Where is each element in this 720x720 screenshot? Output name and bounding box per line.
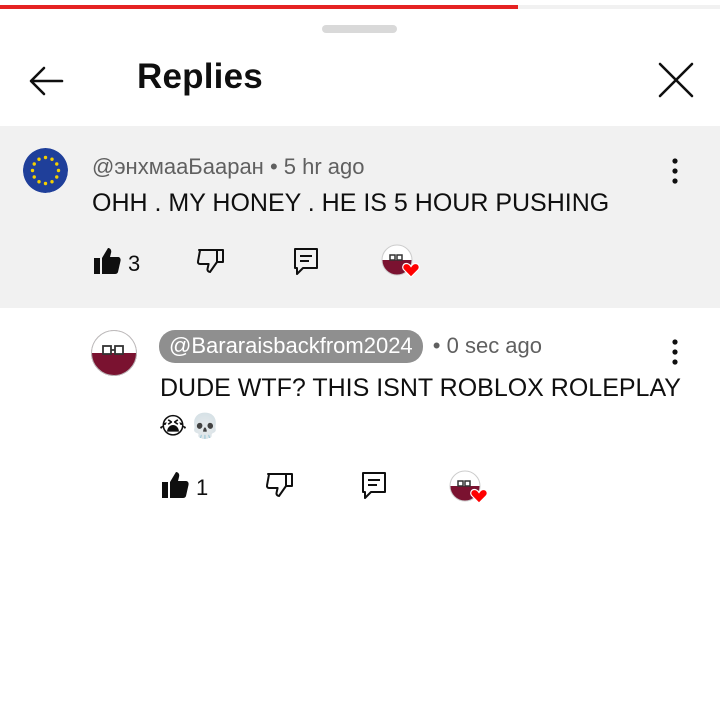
avatar[interactable]	[23, 148, 68, 193]
like-button[interactable]	[160, 470, 190, 505]
creator-heart	[381, 244, 421, 285]
close-button[interactable]	[654, 58, 698, 102]
back-button[interactable]	[26, 60, 68, 102]
progress-track	[518, 5, 720, 9]
eu-star	[37, 180, 41, 184]
eu-star	[30, 168, 35, 173]
eu-star	[55, 162, 59, 166]
drag-handle[interactable]	[322, 25, 397, 33]
replies-header: Replies	[0, 40, 720, 124]
more-options-button[interactable]	[665, 156, 685, 186]
comment-text: OHH . MY HONEY . HE IS 5 HOUR PUSHING	[92, 189, 610, 217]
dislike-button[interactable]	[264, 470, 294, 505]
comment-author[interactable]: @энхмааБааран	[92, 154, 264, 179]
eu-star	[56, 168, 61, 173]
comment-author-highlighted[interactable]: @Bararaisbackfrom2024	[159, 330, 423, 363]
page-title: Replies	[137, 57, 263, 96]
reply-button[interactable]	[291, 246, 321, 281]
comment-meta: @Bararaisbackfrom2024 • 0 sec ago	[159, 330, 542, 363]
like-button[interactable]	[92, 246, 122, 281]
comment-time: • 0 sec ago	[432, 333, 543, 358]
eu-star	[43, 155, 48, 160]
crying-emoji: 😭	[159, 413, 188, 440]
eu-star	[32, 162, 36, 166]
eu-star	[32, 175, 36, 179]
more-vert-icon	[672, 339, 678, 365]
parent-comment: @энхмааБааран • 5 hr ago OHH . MY HONEY …	[0, 126, 720, 308]
thumbs-up-filled-icon	[162, 472, 189, 498]
comment-time: • 5 hr ago	[269, 154, 365, 179]
more-vert-icon	[672, 158, 678, 184]
thumbs-down-icon	[196, 249, 224, 273]
like-count: 3	[128, 251, 141, 276]
creator-heart	[449, 470, 489, 511]
creator-heart-icon	[381, 244, 420, 278]
reply-button[interactable]	[359, 470, 389, 505]
thumbs-up-filled-icon	[94, 248, 121, 274]
comment-text: DUDE WTF? THIS ISNT ROBLOX ROLEPLAY	[160, 374, 681, 402]
eu-star	[50, 157, 54, 161]
avatar[interactable]	[91, 330, 137, 376]
eu-star	[37, 157, 41, 161]
comment-reply-icon	[294, 248, 318, 275]
dislike-button[interactable]	[195, 246, 225, 281]
close-icon	[658, 62, 694, 98]
skull-emoji: 💀	[190, 413, 220, 440]
thumbs-down-icon	[265, 473, 293, 497]
eu-star	[55, 175, 59, 179]
comment-reply-icon	[362, 472, 386, 499]
eu-flag-avatar-icon	[23, 148, 68, 193]
like-count: 1	[196, 475, 209, 500]
creator-heart-icon	[449, 470, 488, 504]
eu-star	[50, 180, 54, 184]
more-options-button[interactable]	[665, 337, 685, 367]
comment-actions: 3	[92, 244, 432, 286]
video-progress-bar[interactable]	[0, 0, 720, 9]
countryball-avatar-icon	[91, 330, 137, 376]
comment-meta: @энхмааБааран • 5 hr ago	[92, 154, 365, 180]
comment-actions: 1	[160, 470, 500, 510]
arrow-left-icon	[29, 66, 64, 96]
eu-star	[43, 181, 48, 186]
progress-fill	[0, 5, 518, 9]
